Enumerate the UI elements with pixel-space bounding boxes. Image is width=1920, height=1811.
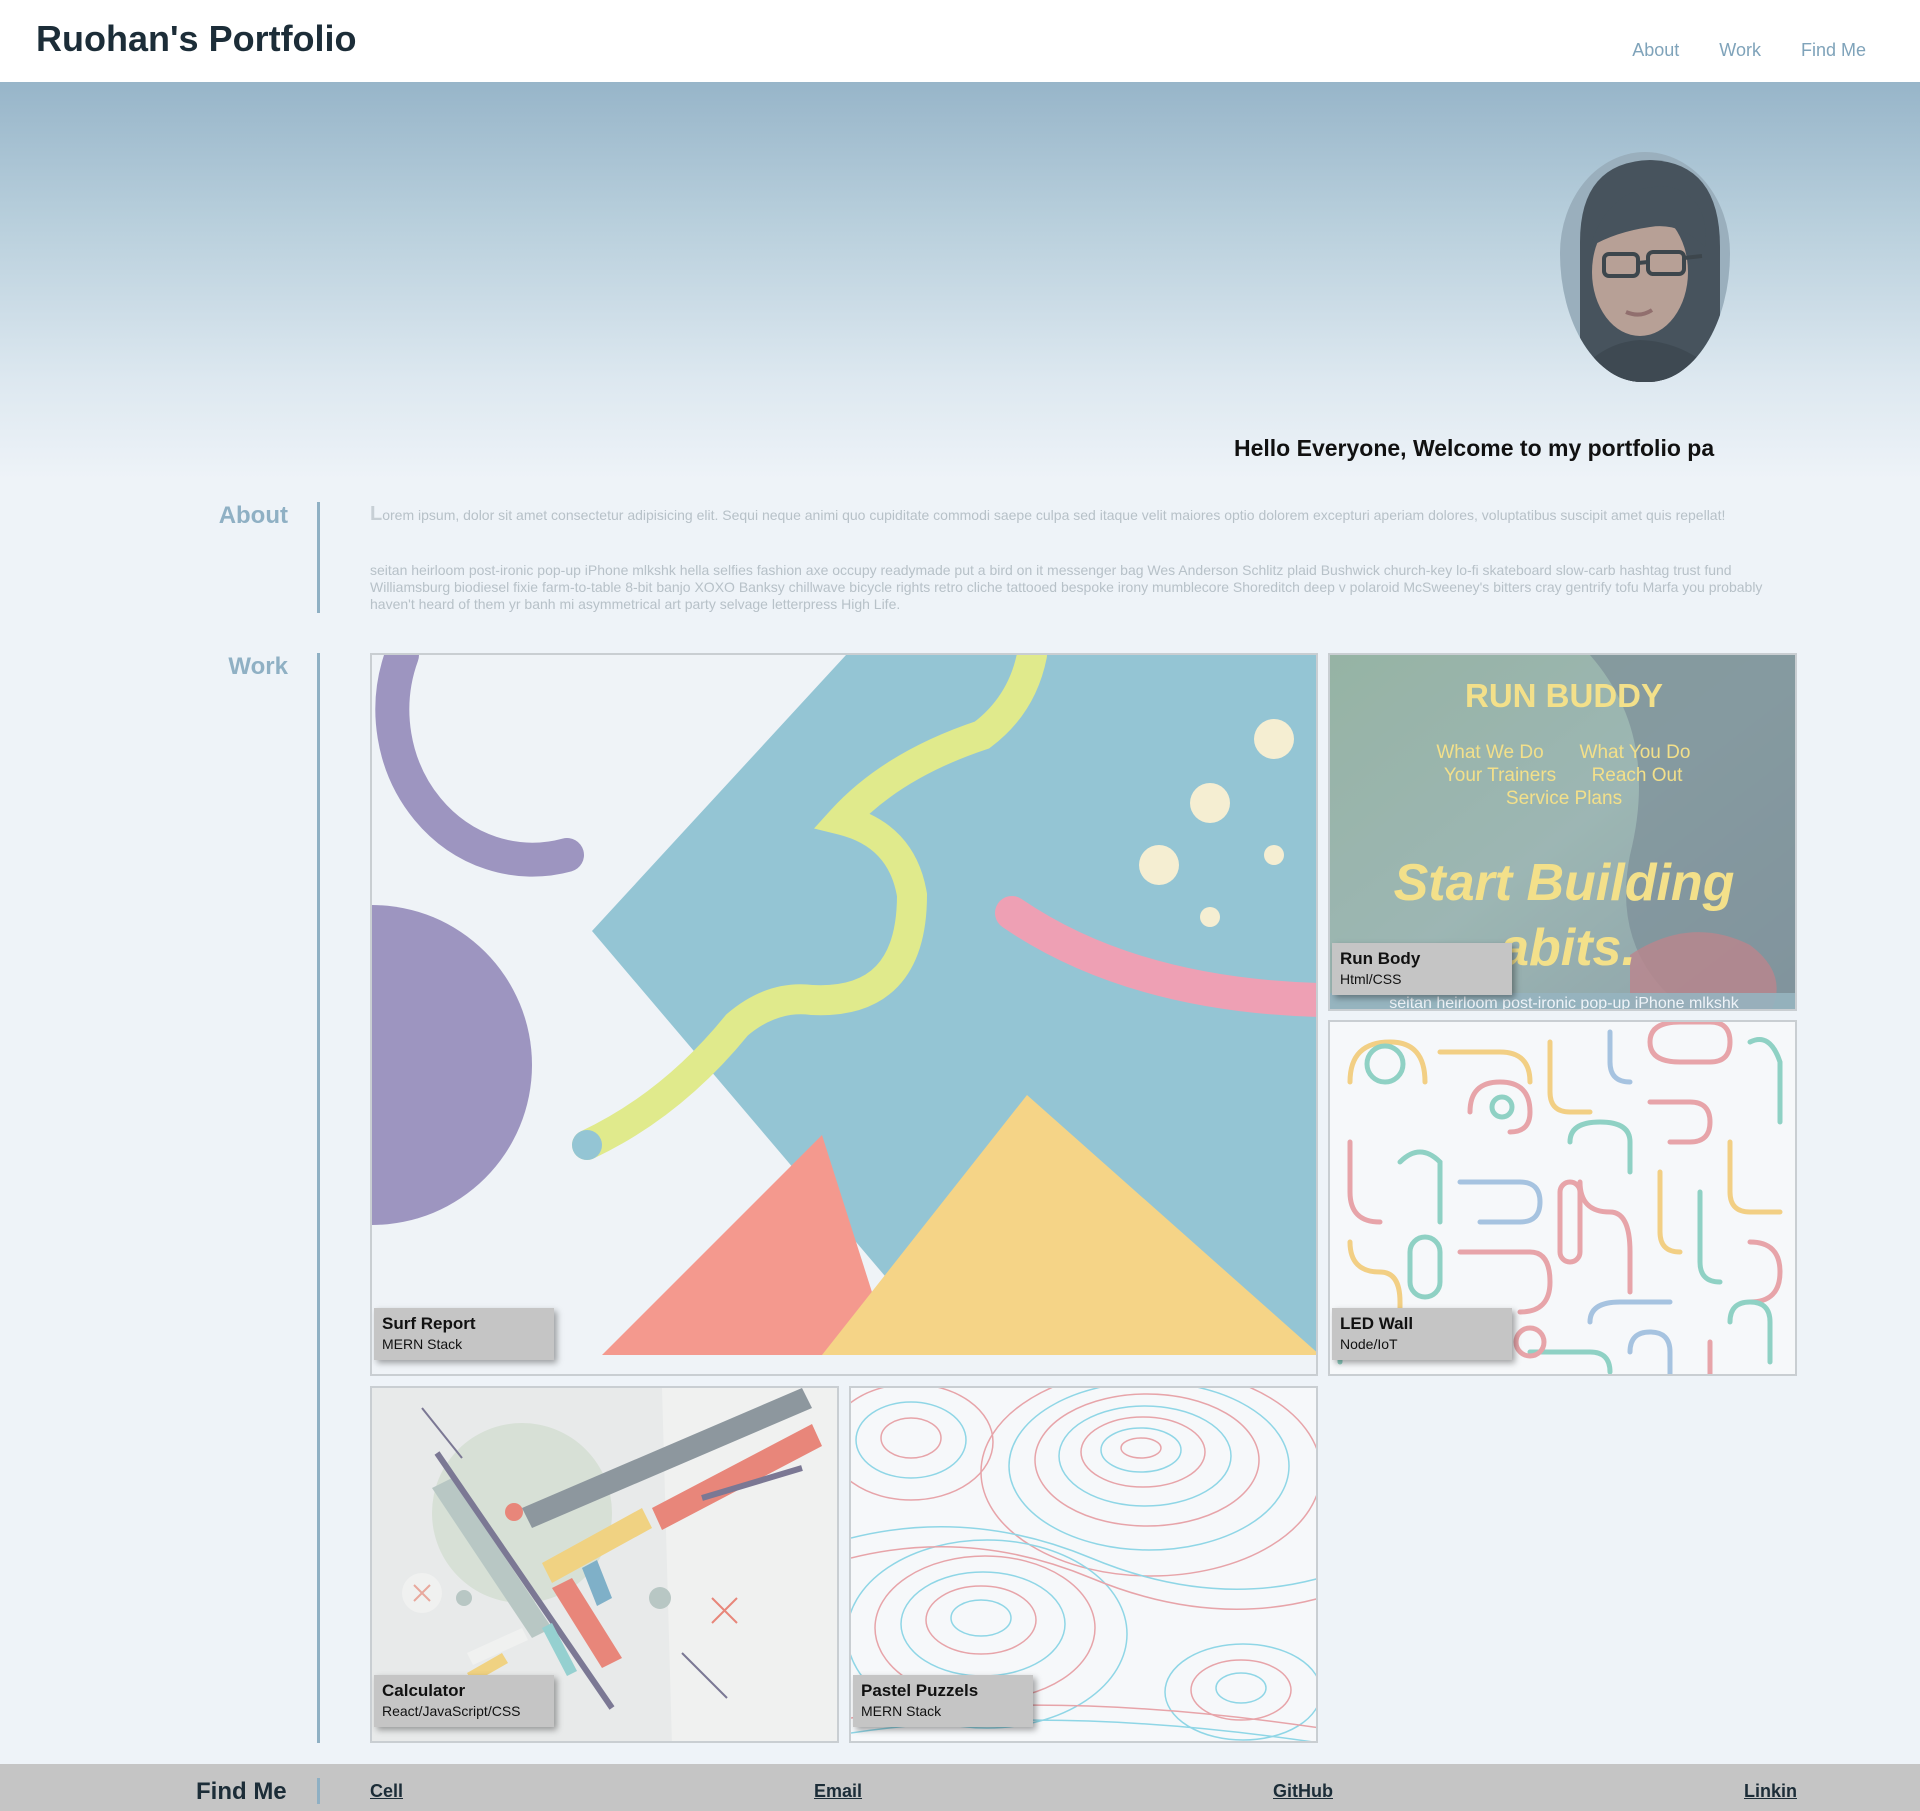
site-title: Ruohan's Portfolio — [36, 18, 357, 59]
project-stack: React/JavaScript/CSS — [382, 1703, 521, 1719]
about-paragraph-1: Lorem ipsum, dolor sit amet consectetur … — [370, 503, 1798, 525]
project-tile-run-body[interactable]: RUN BUDDY What We Do What You Do Your Tr… — [1328, 653, 1797, 1011]
footer-divider — [317, 1778, 320, 1804]
run-buddy-headline: Start Building — [1394, 854, 1735, 912]
hero-greeting: Hello Everyone, Welcome to my portfolio … — [1234, 435, 1715, 461]
project-tile-pastel-puzzels[interactable]: Pastel Puzzels MERN Stack — [849, 1386, 1318, 1743]
project-title: LED Wall — [1340, 1314, 1414, 1333]
project-tile-surf-report[interactable]: Surf Report MERN Stack — [370, 653, 1318, 1376]
run-buddy-footer-text: seitan heirloom post-ironic pop-up iPhon… — [1389, 995, 1740, 1011]
project-tile-led-wall[interactable]: LED Wall Node/IoT — [1328, 1020, 1797, 1376]
top-bar: Ruohan's Portfolio About Work Find Me — [0, 0, 1920, 82]
nav-work-link[interactable]: Work — [1719, 40, 1761, 61]
surf-report-artwork — [372, 655, 1316, 1374]
run-buddy-headline-2: abits. — [1500, 919, 1636, 977]
project-stack: MERN Stack — [861, 1703, 942, 1719]
surf-report-caption: Surf Report MERN Stack — [374, 1308, 554, 1360]
footer-heading: Find Me — [196, 1778, 287, 1805]
project-stack: Node/IoT — [1340, 1336, 1398, 1352]
pastel-puzzels-caption: Pastel Puzzels MERN Stack — [853, 1675, 1033, 1727]
run-buddy-menu-1: What We Do — [1436, 742, 1543, 763]
footer-link-email[interactable]: Email — [814, 1781, 862, 1802]
footer-link-github[interactable]: GitHub — [1273, 1781, 1333, 1802]
project-title: Run Body — [1340, 949, 1421, 968]
work-heading: Work — [228, 653, 288, 680]
project-title: Pastel Puzzels — [861, 1681, 979, 1700]
footer: Find Me Cell Email GitHub Linkin — [0, 1764, 1920, 1811]
footer-link-cell[interactable]: Cell — [370, 1781, 403, 1802]
main-nav: About Work Find Me — [1632, 40, 1866, 61]
run-buddy-title: RUN BUDDY — [1465, 677, 1663, 714]
project-stack: Html/CSS — [1340, 971, 1402, 987]
run-buddy-menu-4: Reach Out — [1592, 765, 1684, 786]
run-body-caption: Run Body Html/CSS — [1332, 943, 1512, 995]
work-divider — [317, 653, 320, 1743]
run-buddy-menu-2: What You Do — [1580, 742, 1691, 763]
footer-link-linkin[interactable]: Linkin — [1744, 1781, 1797, 1802]
about-heading: About — [218, 502, 288, 529]
nav-about-link[interactable]: About — [1632, 40, 1679, 61]
about-paragraph-2: seitan heirloom post-ironic pop-up iPhon… — [370, 562, 1763, 612]
project-title: Calculator — [382, 1681, 466, 1700]
about-divider — [317, 502, 320, 613]
run-buddy-menu-3: Your Trainers — [1444, 765, 1556, 786]
project-title: Surf Report — [382, 1314, 476, 1333]
calculator-caption: Calculator React/JavaScript/CSS — [374, 1675, 554, 1727]
nav-find-me-link[interactable]: Find Me — [1801, 40, 1866, 61]
project-tile-calculator[interactable]: Calculator React/JavaScript/CSS — [370, 1386, 839, 1743]
project-stack: MERN Stack — [382, 1336, 463, 1352]
about-dropcap: L — [370, 503, 383, 525]
run-buddy-menu-5: Service Plans — [1506, 788, 1622, 809]
led-wall-caption: LED Wall Node/IoT — [1332, 1308, 1512, 1360]
about-text-1: orem ipsum, dolor sit amet consectetur a… — [382, 507, 1726, 523]
